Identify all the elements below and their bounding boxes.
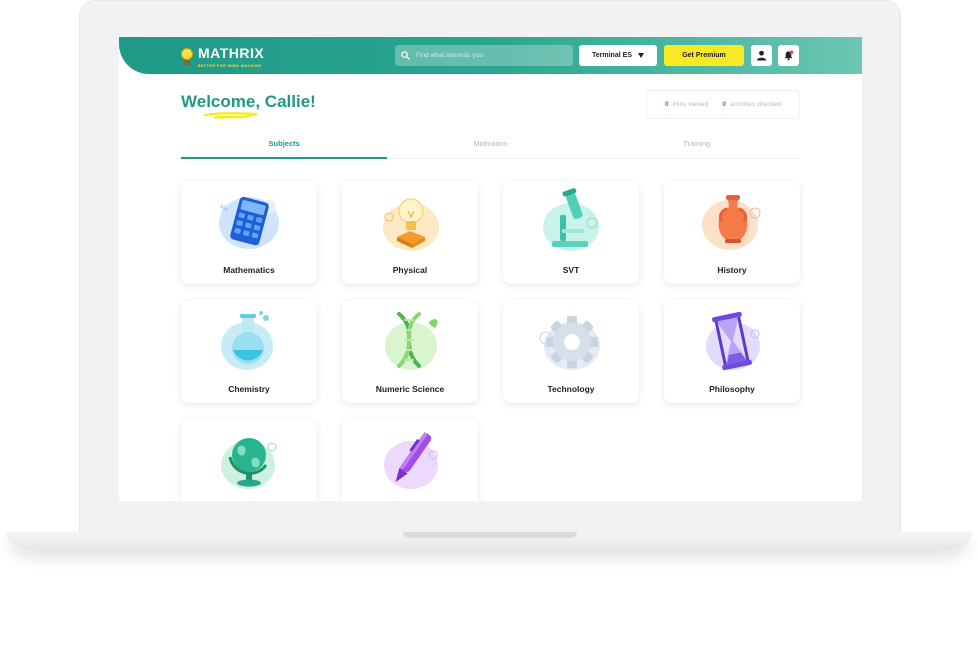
tab-subjects[interactable]: Subjects [181,135,388,159]
hourglass-icon [706,311,760,371]
activities-checked-stat: 0 activities checked [722,101,781,108]
subject-card-numeric-science[interactable]: Numeric Science [342,300,478,403]
welcome-greeting: Welcome, [181,92,261,111]
pen-icon [384,432,438,489]
app-screen: MATHRIX BETTER FOR MIND MACHINE Terminal… [119,37,862,501]
section-tabs: Subjects Motivation Training [181,135,800,159]
tab-motivation[interactable]: Motivation [387,135,593,158]
calculator-icon: % [219,196,279,249]
subject-card-physical[interactable]: Physical [342,181,478,284]
user-icon [756,50,767,61]
subject-label: Technology [547,384,595,394]
subject-card-technology[interactable]: Technology [503,300,639,403]
subject-label: SVT [562,265,580,275]
get-premium-label: Get Premium [682,52,726,59]
subject-label: Physical [392,265,428,275]
tab-training[interactable]: Training [594,135,800,158]
subject-label: Mathematics [223,265,275,275]
subject-label: History [717,265,747,275]
gear-icon [539,316,600,370]
level-select-value: Terminal ES [592,52,632,59]
microscope-icon [543,188,599,251]
subject-label: Numeric Science [375,384,445,394]
dna-icon [385,312,438,370]
logo-tagline: BETTER FOR MIND MACHINE [198,64,262,68]
bell-icon [784,50,794,61]
subject-card-svt[interactable]: SVT [503,181,639,284]
level-select[interactable]: Terminal ES [579,45,657,66]
logo[interactable]: MATHRIX BETTER FOR MIND MACHINE [180,45,264,68]
lightbulb-icon [383,198,439,251]
logo-text: MATHRIX [198,45,265,61]
caret-down-icon [637,53,644,58]
amphora-icon [702,195,761,250]
lightbulb-logo-icon [180,47,194,66]
search-bar[interactable] [395,45,573,66]
welcome-user-name: Callie! [264,92,316,111]
search-input[interactable] [416,52,566,59]
subject-card-chemistry[interactable]: Chemistry [181,300,317,403]
notifications-button[interactable] [778,45,799,66]
get-premium-button[interactable]: Get Premium [664,45,744,66]
top-navigation-bar: MATHRIX BETTER FOR MIND MACHINE Terminal… [119,37,862,74]
subject-label: Chemistry [228,384,270,394]
subject-card-literature[interactable] [342,419,478,501]
subject-card-history[interactable]: History [664,181,800,284]
globe-icon [221,438,277,489]
svg-text:%: % [220,204,228,213]
mins-viewed-stat: 0 mins viewed [665,101,709,108]
subject-card-geography[interactable] [181,419,317,501]
subject-card-philosophy[interactable]: Philosophy [664,300,800,403]
activity-stats: 0 mins viewed 0 activities checked [646,90,800,119]
laptop-notch [403,532,577,538]
profile-button[interactable] [751,45,772,66]
welcome-heading: Welcome, Callie! [181,92,316,112]
name-underline-decoration [203,112,258,119]
flask-icon [221,311,273,370]
search-icon [401,51,410,60]
subject-card-mathematics[interactable]: % Mathematics [181,181,317,284]
subject-label: Philosophy [709,384,755,394]
